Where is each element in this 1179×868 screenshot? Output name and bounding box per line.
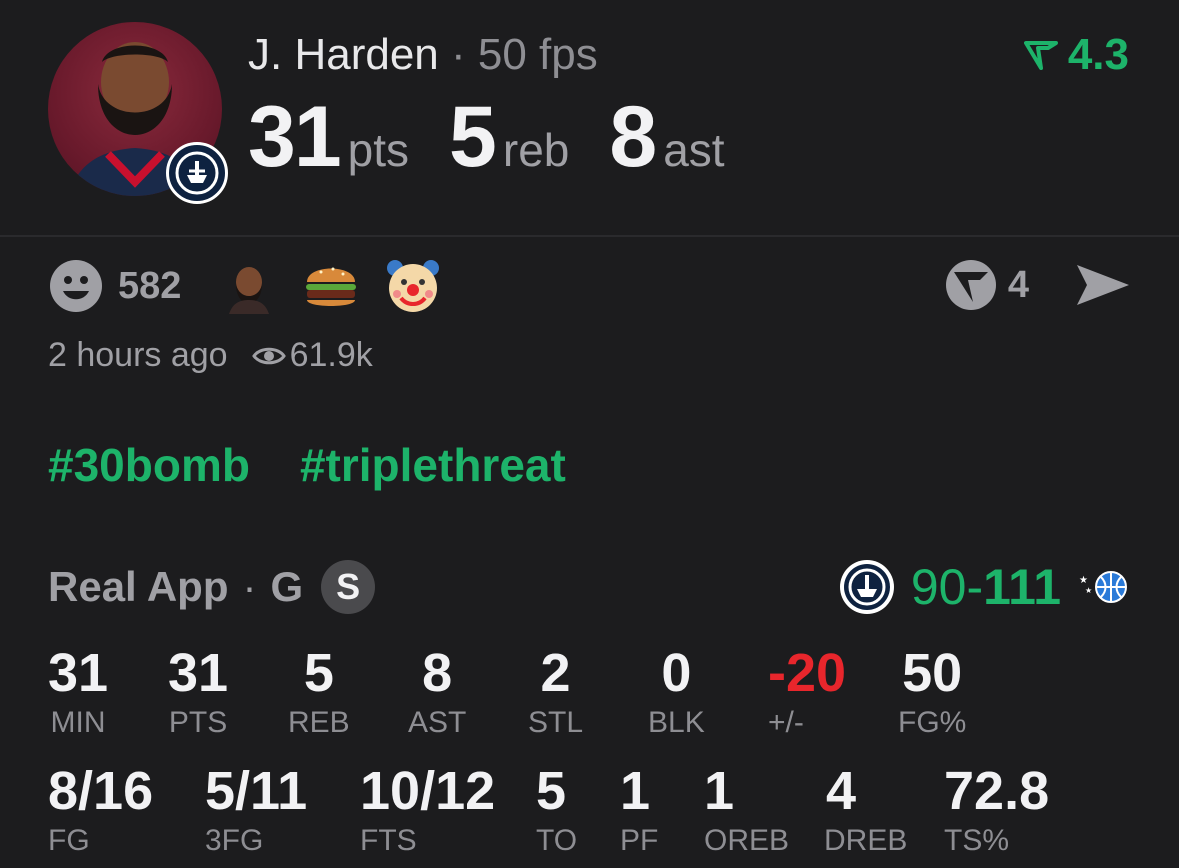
stat-ast-value: 8 bbox=[609, 89, 657, 185]
headline-stats: 31 pts 5 reb 8 ast bbox=[248, 88, 765, 187]
svg-text:★: ★ bbox=[1085, 586, 1092, 595]
stat-label: FTS bbox=[360, 824, 417, 857]
smiley-icon[interactable] bbox=[48, 258, 104, 314]
stat-pf: 1 PF bbox=[620, 764, 658, 856]
divider bbox=[0, 235, 1179, 237]
stat-value: 5/11 bbox=[205, 761, 308, 821]
stat-label: FG% bbox=[898, 706, 967, 739]
stat-label: OREB bbox=[704, 824, 790, 857]
stat-min: 31 MIN bbox=[48, 646, 108, 738]
stat-value: 5 bbox=[536, 761, 567, 821]
stat-value: 8/16 bbox=[48, 761, 154, 821]
stat-ts-pct: 72.8 TS% bbox=[944, 764, 1049, 856]
stat-blk: 0 BLK bbox=[648, 646, 705, 738]
stat-label: STL bbox=[528, 706, 584, 739]
stat-label: TS% bbox=[944, 824, 1010, 857]
stat-value: 0 bbox=[661, 643, 692, 703]
stat-label: TO bbox=[536, 824, 578, 857]
status-badge: S bbox=[321, 560, 376, 614]
stat-dreb: 4 DREB bbox=[824, 764, 907, 856]
stat-reb-unit: reb bbox=[502, 124, 570, 176]
score-value: 90-111 bbox=[911, 558, 1061, 616]
position-label: G bbox=[270, 563, 304, 610]
reaction-count[interactable]: 582 bbox=[118, 265, 181, 308]
stat-ft: 10/12 FTS bbox=[360, 764, 495, 856]
game-info: Real App · G S bbox=[48, 560, 376, 614]
team-logo-icon bbox=[166, 142, 228, 204]
stat-reb-value: 5 bbox=[449, 89, 497, 185]
stat-label: 3FG bbox=[205, 824, 264, 857]
harden-face-emoji-icon[interactable] bbox=[221, 258, 277, 314]
team-logo-icon bbox=[839, 560, 894, 614]
hashtag-link[interactable]: #30bomb bbox=[48, 438, 250, 492]
view-count: 61.9k bbox=[289, 336, 373, 374]
stat-reb: 5 REB bbox=[288, 646, 350, 738]
rating[interactable]: 4.3 bbox=[1023, 30, 1129, 80]
clown-emoji-icon[interactable] bbox=[385, 258, 441, 314]
stat-ast: 8 AST bbox=[408, 646, 466, 738]
stat-label: AST bbox=[408, 706, 467, 739]
post-actions: 4 bbox=[944, 258, 1131, 312]
fps-value: 50 fps bbox=[477, 30, 598, 79]
stat-pts-unit: pts bbox=[347, 124, 410, 176]
stat-value: 31 bbox=[48, 643, 109, 703]
stat-to: 5 TO bbox=[536, 764, 577, 856]
share-send-icon[interactable] bbox=[1075, 261, 1131, 309]
game-score[interactable]: 90-111 ★ ★ bbox=[839, 558, 1131, 616]
stat-value: 5 bbox=[303, 643, 334, 703]
stat-plus-minus: -20 +/- bbox=[768, 646, 846, 738]
reactions-row: 582 bbox=[48, 258, 467, 314]
post-time: 2 hours ago bbox=[48, 336, 228, 374]
stat-label: BLK bbox=[648, 706, 705, 739]
stat-value: 8 bbox=[422, 643, 453, 703]
stat-ast-unit: ast bbox=[663, 124, 725, 176]
rating-value: 4.3 bbox=[1067, 30, 1129, 79]
stat-fg: 8/16 FG bbox=[48, 764, 153, 856]
comment-icon[interactable] bbox=[944, 258, 998, 312]
stat-value: 10/12 bbox=[360, 761, 496, 821]
stat-label: PTS bbox=[168, 706, 228, 739]
stat-3fg: 5/11 3FG bbox=[205, 764, 307, 856]
stat-label: +/- bbox=[768, 706, 804, 739]
separator-dot: · bbox=[242, 563, 257, 610]
hashtags: #30bomb #triplethreat bbox=[48, 438, 566, 492]
rating-icon bbox=[1023, 41, 1058, 70]
post-meta: 2 hours ago 61.9k bbox=[48, 336, 373, 375]
stat-oreb: 1 OREB bbox=[704, 764, 789, 856]
separator-dot: · bbox=[451, 30, 466, 79]
stat-value: 72.8 bbox=[944, 761, 1050, 821]
opponent-logo-icon: ★ ★ bbox=[1079, 571, 1127, 603]
stat-stl: 2 STL bbox=[528, 646, 583, 738]
stat-value: 4 bbox=[826, 761, 857, 821]
score-left: 90- bbox=[910, 559, 984, 615]
stat-label: MIN bbox=[50, 706, 106, 739]
burger-emoji-icon[interactable] bbox=[303, 258, 359, 314]
svg-text:★: ★ bbox=[1079, 575, 1088, 586]
stat-label: REB bbox=[288, 706, 350, 739]
stat-pts-value: 31 bbox=[248, 89, 342, 185]
stat-fg-pct: 50 FG% bbox=[898, 646, 966, 738]
stat-value: 50 bbox=[902, 643, 963, 703]
hashtag-link[interactable]: #triplethreat bbox=[300, 438, 566, 492]
player-name[interactable]: J. Harden bbox=[248, 30, 439, 79]
stat-label: DREB bbox=[824, 824, 908, 857]
comment-count[interactable]: 4 bbox=[1008, 264, 1029, 307]
stat-label: FG bbox=[48, 824, 90, 857]
stat-label: PF bbox=[620, 824, 659, 857]
stat-value: -20 bbox=[768, 643, 847, 703]
score-right: 111 bbox=[983, 559, 1061, 615]
player-name-line: J. Harden · 50 fps bbox=[248, 30, 598, 80]
stat-value: 2 bbox=[540, 643, 571, 703]
stat-value: 31 bbox=[168, 643, 229, 703]
eye-icon bbox=[251, 347, 286, 364]
stat-pts: 31 PTS bbox=[168, 646, 228, 738]
stat-value: 1 bbox=[704, 761, 735, 821]
source-label: Real App bbox=[48, 563, 229, 610]
stat-value: 1 bbox=[620, 761, 651, 821]
